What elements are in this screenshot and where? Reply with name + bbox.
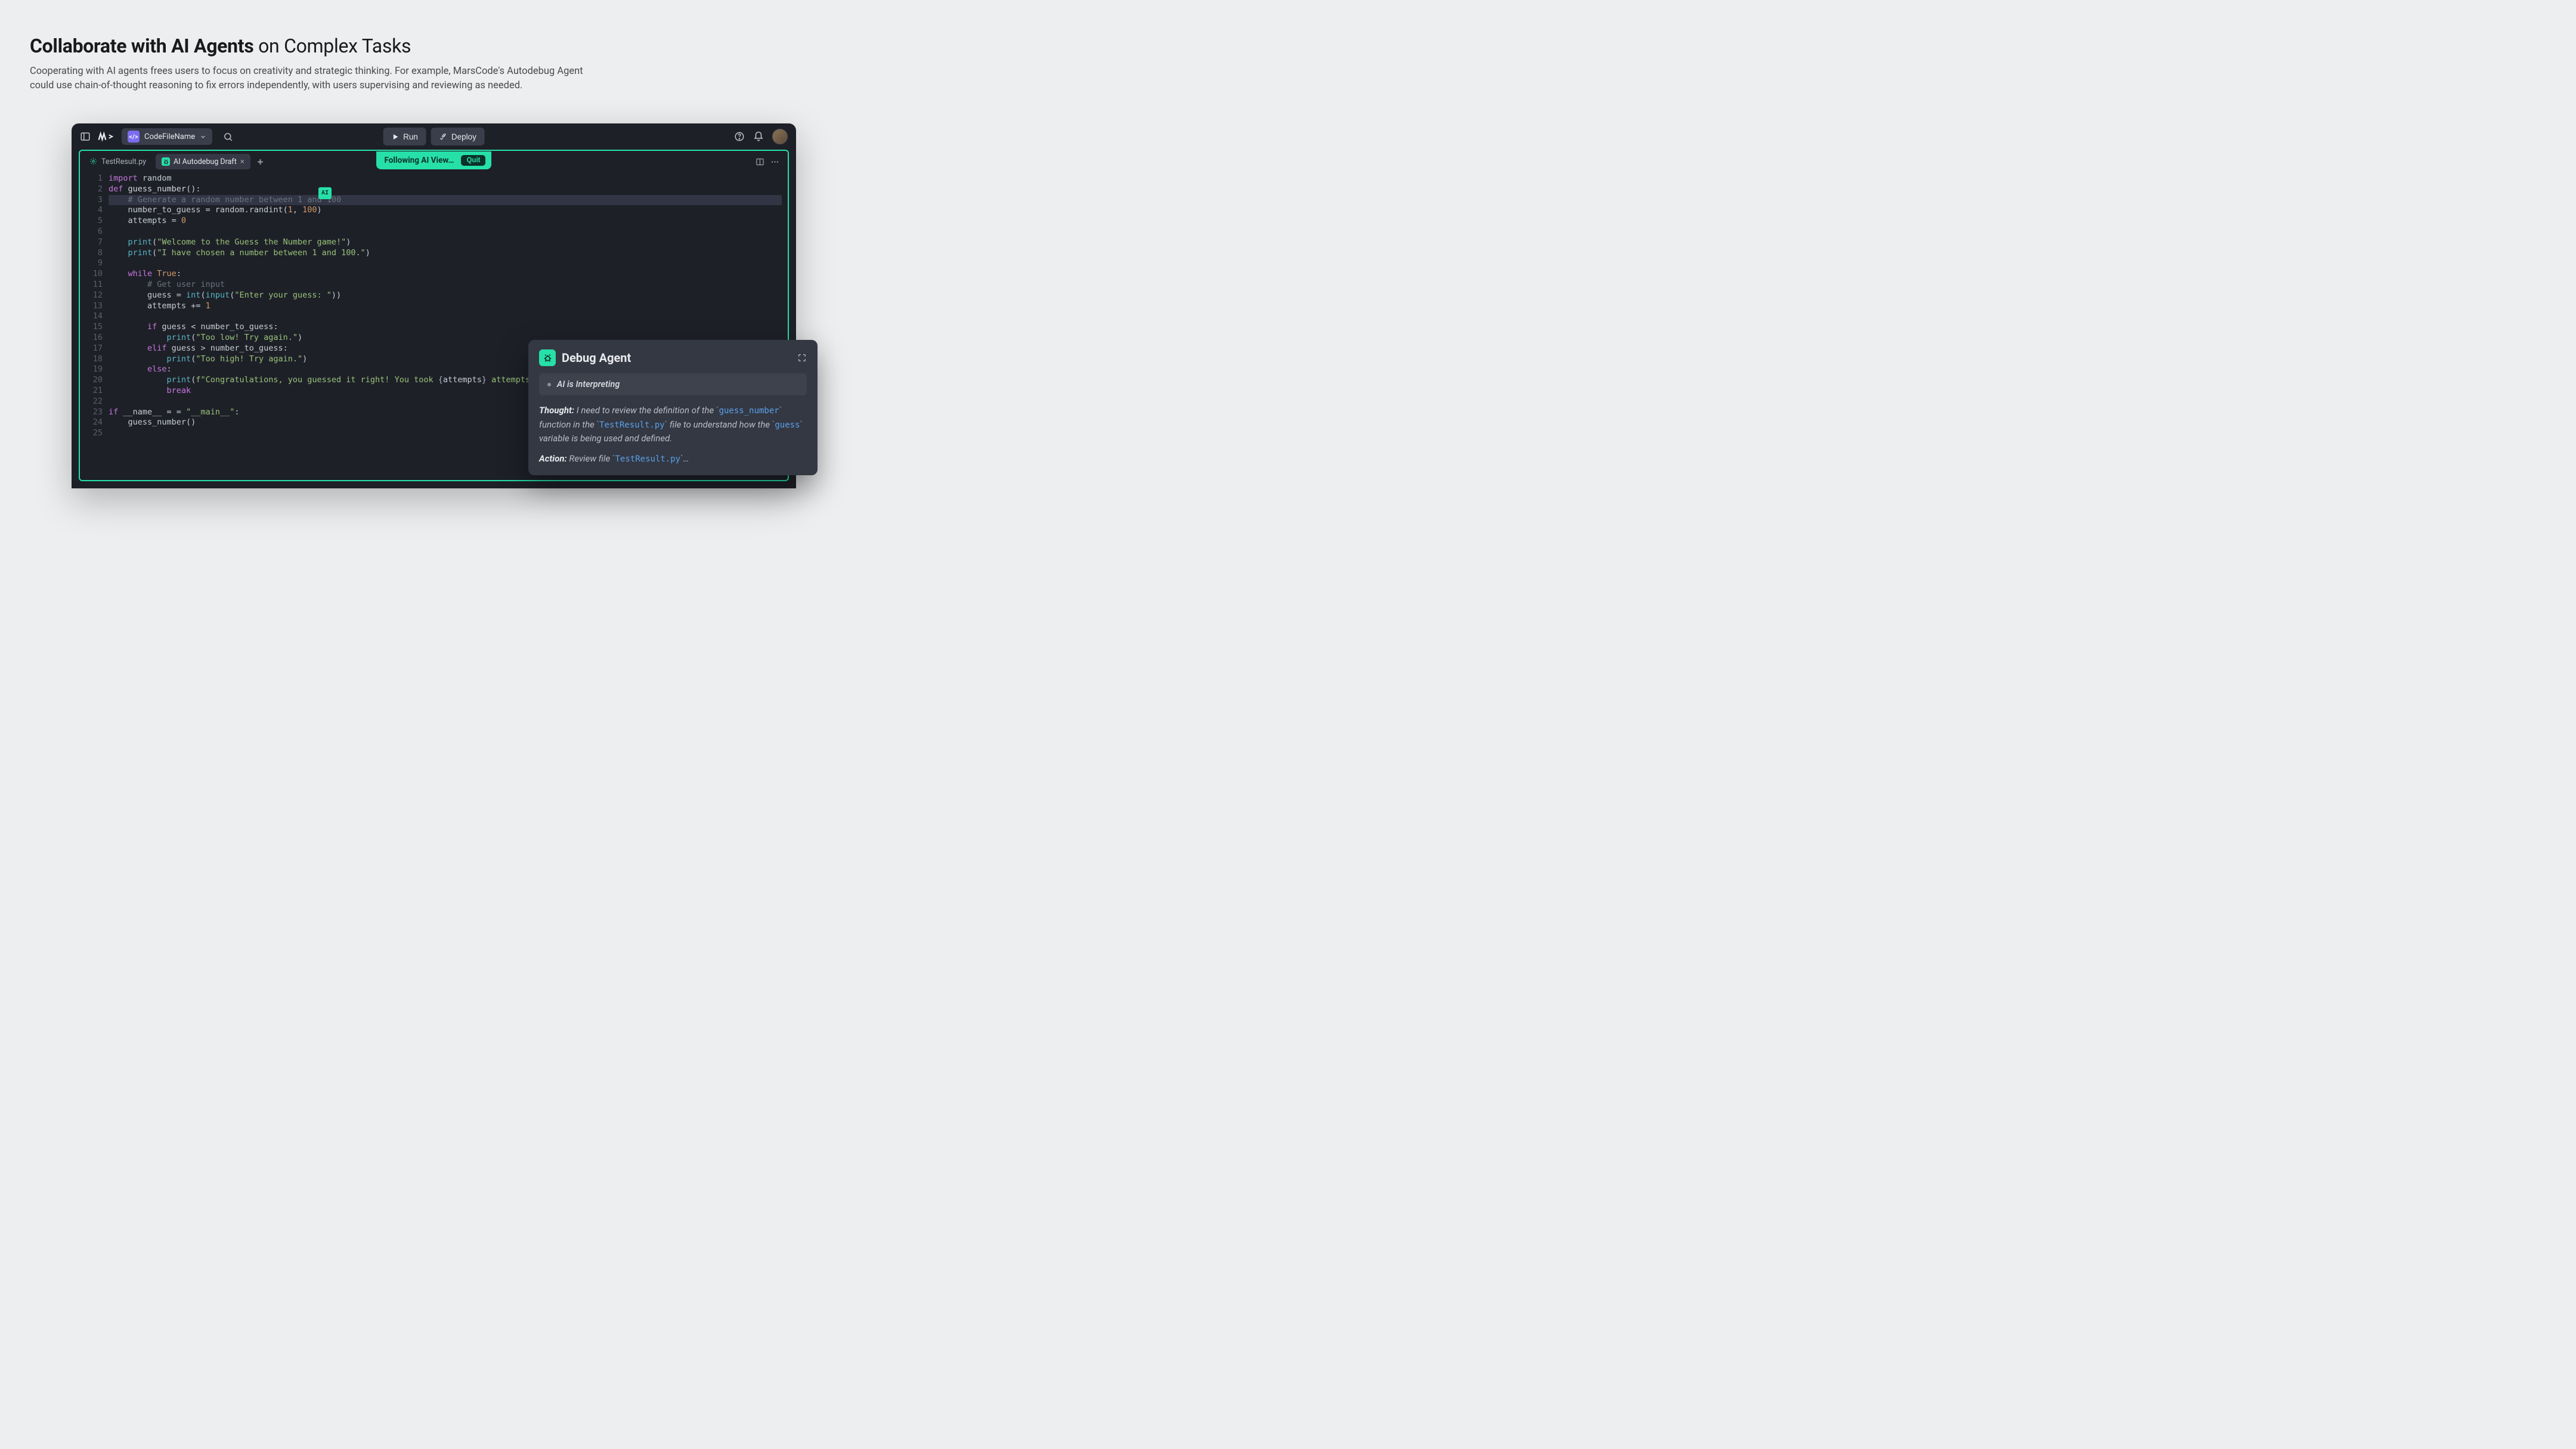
status-text: AI is Interpreting [557,379,620,389]
follow-ai-banner: Following AI View… Quit [376,151,492,169]
page-title-bold: Collaborate with AI Agents [30,35,253,57]
file-selector[interactable]: </> CodeFileName [122,128,212,145]
status-dot-icon [547,383,551,386]
page-title-rest: on Complex Tasks [253,35,411,57]
expand-icon[interactable] [797,353,807,363]
code-line[interactable]: # Generate a random number between 1 and… [109,195,776,206]
bell-icon[interactable] [753,131,764,142]
ide-window: </> CodeFileName Run Deploy [72,123,796,488]
titlebar: </> CodeFileName Run Deploy [72,123,796,150]
tabs-row: TestResult.py AI Autodebug Draft × Follo… [80,151,788,170]
run-label: Run [403,132,418,141]
play-icon [391,133,399,141]
code-line[interactable]: import random [109,174,776,184]
code-line[interactable]: if guess < number_to_guess: [109,322,776,333]
agent-action: Action: Review file `TestResult.py`… [539,452,807,466]
line-gutter: 1234567891011121314151617181920212223242… [80,174,109,439]
code-line[interactable]: print("I have chosen a number between 1 … [109,248,776,259]
code-line[interactable]: attempts = 0 [109,216,776,227]
panel-toggle-icon[interactable] [80,131,91,142]
chevron-down-icon [200,134,206,140]
code-line[interactable] [109,227,776,237]
code-line[interactable]: def guess_number(): [109,184,776,195]
more-icon[interactable] [770,157,779,166]
agent-thought: Thought: I need to review the definition… [539,404,807,446]
avatar[interactable] [772,129,788,144]
bug-icon [539,349,556,366]
editor-area: TestResult.py AI Autodebug Draft × Follo… [79,150,789,481]
tab-autodebug[interactable]: AI Autodebug Draft × [156,154,250,169]
split-icon[interactable] [756,157,764,166]
file-icon [89,157,98,166]
code-line[interactable]: guess = int(input("Enter your guess: ")) [109,290,776,301]
agent-body: Thought: I need to review the definition… [539,404,807,466]
ai-badge: AI [318,187,332,199]
code-line[interactable]: print("Welcome to the Guess the Number g… [109,237,776,248]
rocket-icon [439,133,447,141]
deploy-label: Deploy [451,132,476,141]
help-icon[interactable] [734,131,745,142]
code-line[interactable] [109,311,776,322]
code-line[interactable]: attempts += 1 [109,301,776,312]
code-badge-icon: </> [128,131,140,143]
tab-label: TestResult.py [101,157,146,166]
tab-testresult[interactable]: TestResult.py [83,154,152,169]
code-line[interactable]: while True: [109,269,776,280]
code-line[interactable] [109,258,776,269]
page-subtitle: Cooperating with AI agents frees users t… [30,64,602,93]
page-header: Collaborate with AI Agents on Complex Ta… [0,0,868,93]
search-icon[interactable] [223,132,233,142]
app-logo-icon [98,131,114,143]
deploy-button[interactable]: Deploy [431,128,485,145]
tab-label: AI Autodebug Draft [174,157,237,166]
follow-text: Following AI View… [385,156,454,165]
close-icon[interactable]: × [240,157,244,166]
add-tab-button[interactable] [254,155,267,168]
bug-icon [162,157,170,166]
code-line[interactable]: # Get user input [109,280,776,290]
agent-title: Debug Agent [562,351,631,365]
debug-agent-panel: Debug Agent AI is Interpreting Thought: … [528,340,818,475]
run-button[interactable]: Run [383,128,426,145]
file-name: CodeFileName [144,132,195,141]
page-title: Collaborate with AI Agents on Complex Ta… [30,35,838,57]
code-line[interactable]: number_to_guess = random.randint(1, 100) [109,205,776,216]
quit-button[interactable]: Quit [461,155,485,166]
agent-status: AI is Interpreting [539,373,807,395]
